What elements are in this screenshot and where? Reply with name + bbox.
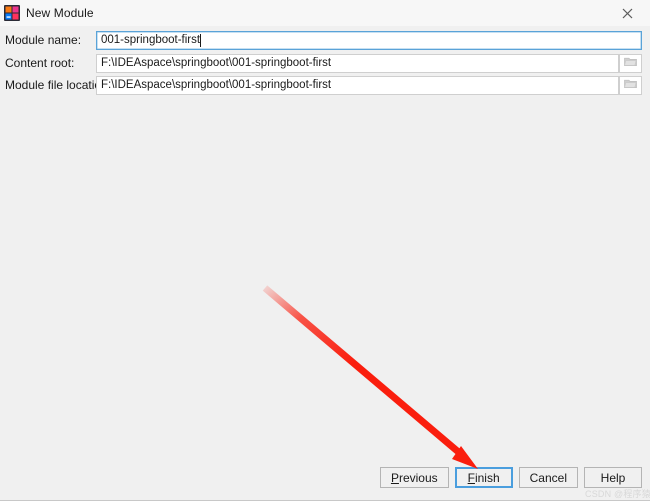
content-root-value: F:\IDEAspace\springboot\001-springboot-f… [101,57,332,69]
module-form: Module name: 001-springboot-first Conten… [0,28,650,96]
content-root-label: Content root: [5,56,75,70]
intellij-idea-logo-icon [4,5,20,21]
dialog-button-bar: Previous Finish Cancel Help [0,467,650,488]
module-name-input[interactable]: 001-springboot-first [96,30,642,50]
module-name-value: 001-springboot-first [101,34,201,46]
title-bar: New Module [0,0,650,26]
folder-icon [624,54,637,72]
finish-button-label: inish [474,470,500,485]
folder-icon [624,76,637,94]
close-icon [622,8,633,19]
form-row-module-file-location: Module file location: F:\IDEAspace\sprin… [0,74,650,96]
help-button-label: Help [600,470,626,485]
module-file-location-browse-button[interactable] [619,75,642,95]
window-title: New Module [26,6,94,20]
watermark-text: CSDN @程序猿 [585,489,650,499]
previous-button-label: revious [398,470,438,485]
module-file-location-input[interactable]: F:\IDEAspace\springboot\001-springboot-f… [96,75,619,95]
previous-button[interactable]: Previous [379,467,449,488]
cancel-button[interactable]: Cancel [518,467,578,488]
finish-button-mnemonic: F [467,470,475,485]
cancel-button-label: Cancel [529,470,567,485]
module-file-location-value: F:\IDEAspace\springboot\001-springboot-f… [101,79,332,91]
finish-button[interactable]: Finish [454,467,513,488]
content-root-input[interactable]: F:\IDEAspace\springboot\001-springboot-f… [96,53,619,73]
text-caret [200,33,202,47]
form-row-module-name: Module name: 001-springboot-first [0,28,650,52]
help-button[interactable]: Help [584,467,642,488]
module-name-label: Module name: [5,33,82,47]
content-root-browse-button[interactable] [619,53,642,73]
new-module-dialog: New Module Module name: 001-springboot-f… [0,0,650,501]
previous-button-mnemonic: P [390,470,399,485]
close-button[interactable] [605,0,650,26]
form-row-content-root: Content root: F:\IDEAspace\springboot\00… [0,52,650,74]
